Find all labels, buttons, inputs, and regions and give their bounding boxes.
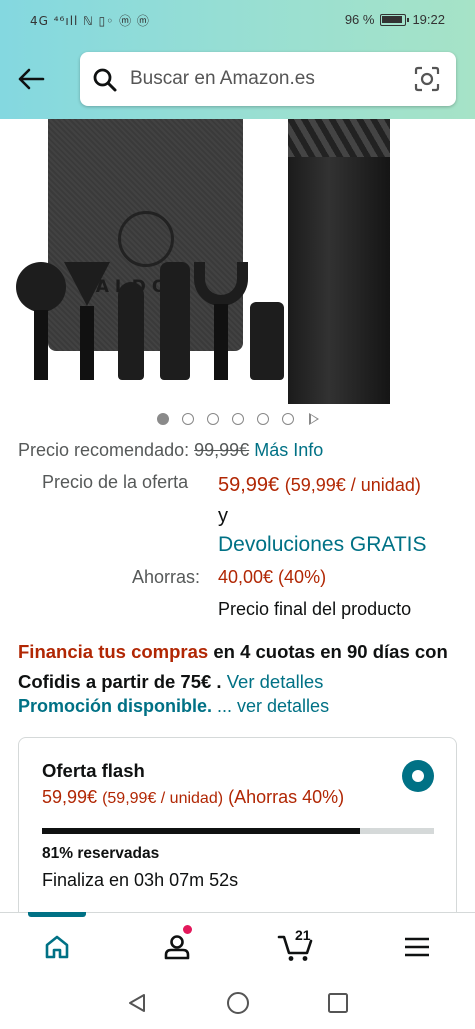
gallery-dot[interactable] (206, 413, 219, 425)
offer-price-label: Precio de la oferta (42, 472, 189, 492)
savings-label: Ahorras: (132, 567, 201, 587)
status-left-icons: 4G ⁴⁶ıll ℕ ▯◦ ⓜ ⓜ (30, 14, 150, 28)
spade-head (64, 262, 110, 380)
camera-scan-icon[interactable] (414, 66, 440, 97)
back-button[interactable] (14, 62, 48, 96)
status-bar: 4G ⁴⁶ıll ℕ ▯◦ ⓜ ⓜ 96 % 19:22 (0, 0, 475, 40)
play-video-icon[interactable] (308, 413, 319, 425)
bottom-navigation: 21 (0, 912, 475, 976)
recommended-price-value: 99,99€ (194, 440, 250, 460)
cart-count: 21 (295, 927, 311, 943)
recommended-price-row: Precio recomendado: 99,99€ Más Info (18, 440, 323, 461)
triangle-back-icon (129, 994, 145, 1012)
savings-value: 40,00€ (40%) (218, 567, 327, 587)
recommended-price-label: Precio recomendado: (18, 440, 190, 460)
account-icon (164, 935, 190, 960)
deal-countdown: Finaliza en 03h 07m 52s (42, 870, 239, 890)
gallery-dot[interactable] (156, 413, 169, 425)
offer-price-row: 59,99€ (59,99€ / unidad) (218, 474, 421, 497)
promotion-label[interactable]: Promoción disponible. (18, 696, 212, 716)
promotion-row: Promoción disponible. ... ver detalles (18, 696, 329, 717)
search-input[interactable]: Buscar en Amazon.es (130, 68, 315, 90)
nav-home[interactable] (27, 927, 87, 967)
nav-cart[interactable]: 21 (266, 927, 326, 967)
flash-deal-title: Oferta flash (42, 760, 145, 781)
nav-account[interactable] (147, 925, 207, 967)
flash-deal-savings: (Ahorras 40%) (228, 787, 345, 807)
gallery-dot[interactable] (281, 413, 294, 425)
savings-value-row: 40,00€ (40%) (218, 567, 326, 588)
offer-price-value: 59,99€ (218, 474, 280, 496)
square-recents-icon (328, 993, 348, 1013)
flash-deal-price-row: 59,99€ (59,99€ / unidad) (Ahorras 40%) (42, 787, 344, 808)
status-right: 96 % 19:22 (345, 12, 445, 27)
active-tab-indicator (28, 912, 86, 917)
more-info-link[interactable]: Más Info (254, 440, 323, 460)
offer-price-unit: (59,99€ / unidad) (284, 475, 421, 495)
system-back-button[interactable] (122, 988, 152, 1018)
battery-icon (380, 13, 410, 26)
product-image-gallery[interactable]: ALDOM (0, 119, 475, 404)
offer-price-label-row: Precio de la oferta (42, 472, 188, 493)
circle-home-icon (227, 992, 249, 1014)
financing-highlight: Financia tus compras (18, 641, 209, 662)
home-icon (45, 935, 69, 959)
notification-dot (183, 925, 192, 934)
fork-head (194, 262, 248, 380)
arrow-left-icon (18, 68, 45, 90)
search-icon[interactable] (92, 67, 118, 98)
claimed-progress-fill (42, 828, 360, 834)
free-returns-link[interactable]: Devoluciones GRATIS (218, 533, 427, 557)
financing-details-link[interactable]: Ver detalles (227, 671, 324, 692)
system-recents-button[interactable] (323, 988, 353, 1018)
round-head (16, 262, 66, 380)
claimed-progress-bar (42, 828, 434, 834)
and-text: y (218, 505, 228, 527)
nav-menu[interactable] (387, 927, 447, 967)
flash-deal-card[interactable]: Oferta flash 59,99€ (59,99€ / unidad) (A… (18, 737, 457, 937)
gallery-dot[interactable] (256, 413, 269, 425)
free-returns-text[interactable]: Devoluciones GRATIS (218, 533, 427, 556)
clock: 19:22 (412, 12, 445, 27)
search-bar[interactable]: Buscar en Amazon.es (80, 52, 456, 106)
financing-info: Financia tus compras en 4 cuotas en 90 d… (18, 637, 458, 697)
menu-icon (405, 937, 429, 957)
bullet-head (118, 282, 144, 380)
massage-heads-image (14, 255, 289, 380)
battery-percent: 96 % (344, 12, 375, 27)
flat-head (160, 262, 190, 380)
savings-label-row: Ahorras: (132, 567, 200, 588)
app-header: 4G ⁴⁶ıll ℕ ▯◦ ⓜ ⓜ 96 % 19:22 Buscar en A… (0, 0, 475, 119)
claimed-percent: 81% reservadas (42, 845, 160, 862)
cushion-head (250, 302, 284, 380)
system-navigation (0, 976, 475, 1029)
final-price-note: Precio final del producto (218, 599, 412, 619)
gallery-dot[interactable] (231, 413, 244, 425)
flash-deal-price: 59,99€ (42, 787, 98, 807)
flash-deal-radio[interactable] (402, 760, 434, 792)
financing-separator: . (211, 671, 227, 692)
massage-gun-image (288, 119, 390, 404)
promotion-details-link[interactable]: ... ver detalles (212, 696, 329, 716)
system-home-button[interactable] (223, 988, 253, 1018)
gallery-pagination[interactable] (0, 413, 475, 425)
flash-deal-unit: (59,99€ / unidad) (102, 790, 224, 807)
gallery-dot[interactable] (181, 413, 194, 425)
